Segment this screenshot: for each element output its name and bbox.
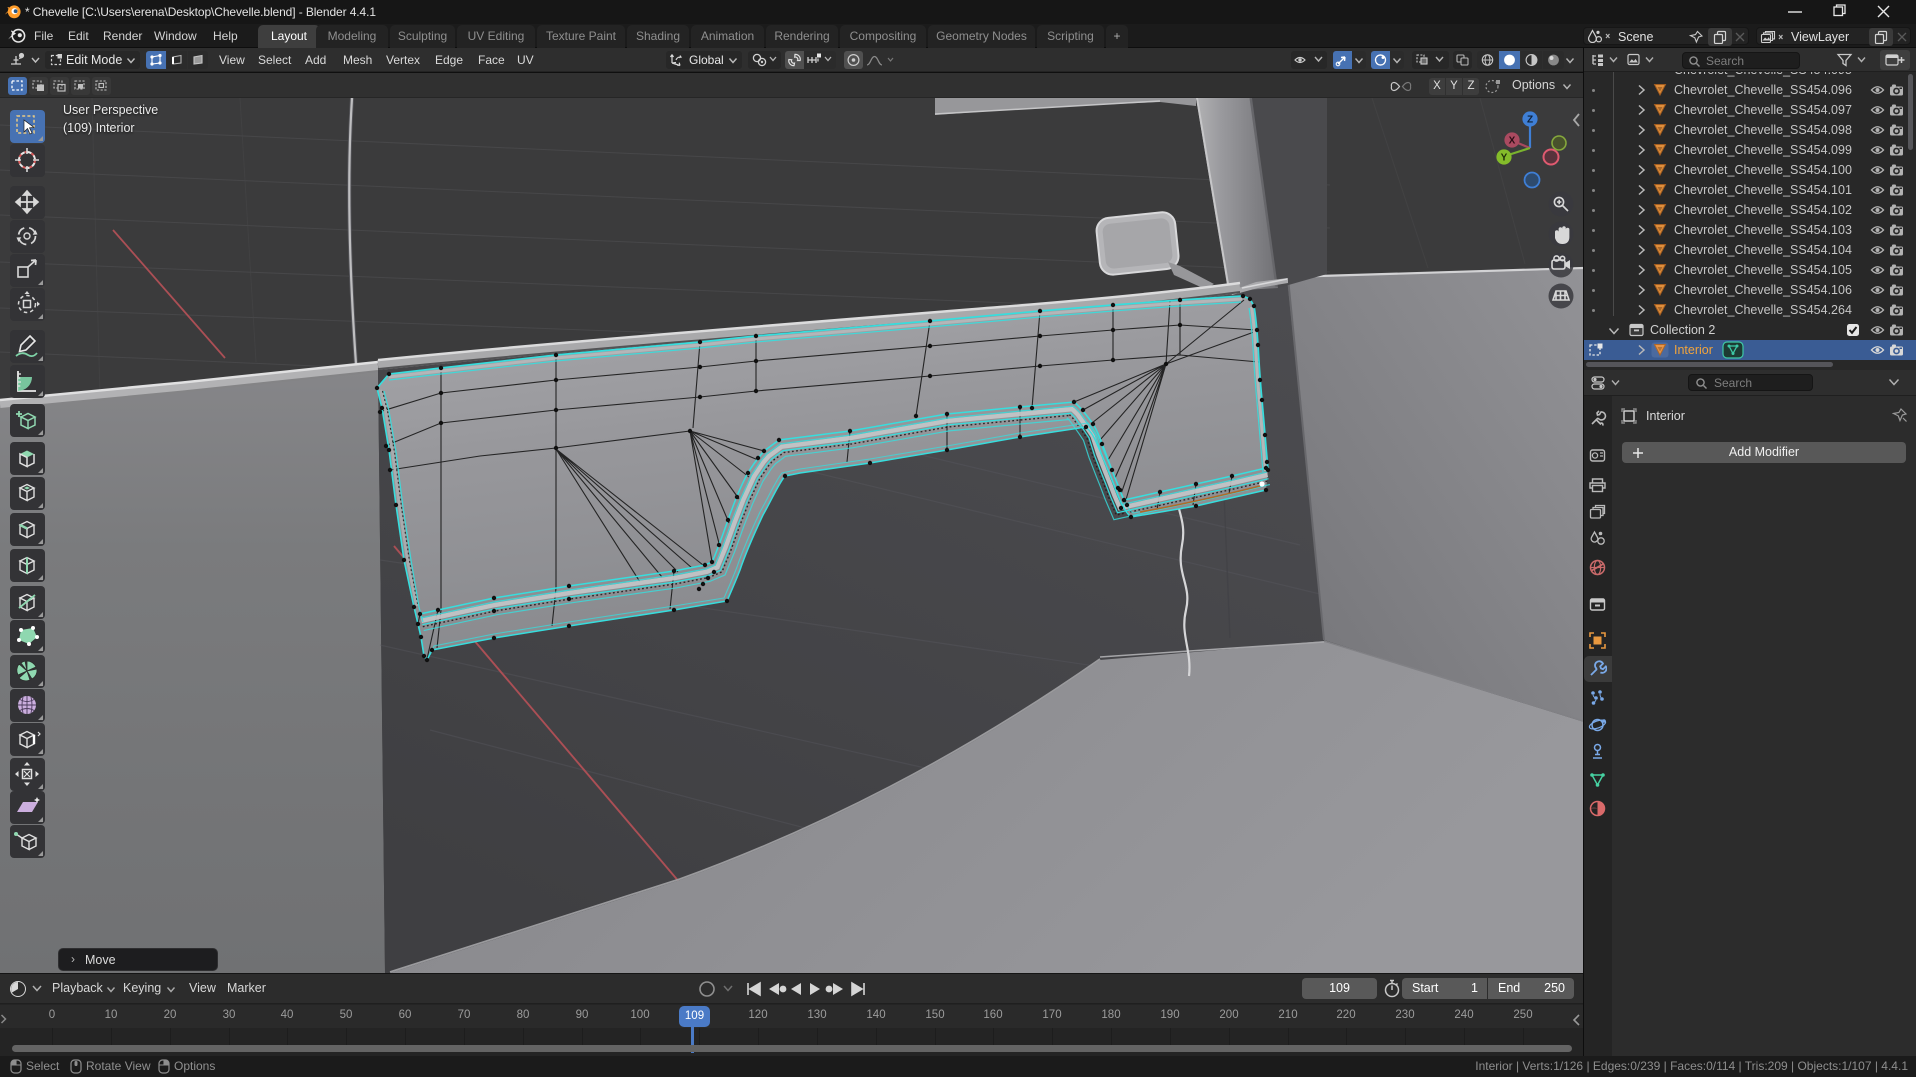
svg-text:Z: Z (1527, 115, 1533, 126)
svg-text:Y: Y (1501, 153, 1508, 164)
svg-text:X: X (1509, 136, 1516, 147)
